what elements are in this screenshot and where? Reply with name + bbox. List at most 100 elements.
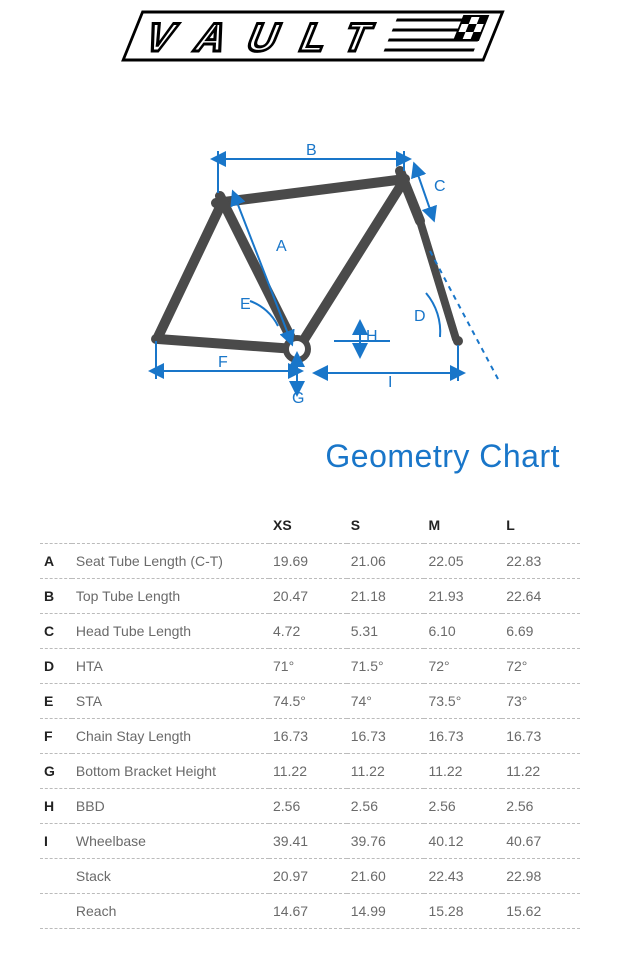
geometry-table-body: ASeat Tube Length (C-T)19.6921.0622.0522…	[40, 544, 580, 929]
row-letter	[40, 894, 72, 929]
row-name: Head Tube Length	[72, 614, 269, 649]
row-value: 20.47	[269, 579, 347, 614]
row-value: 20.97	[269, 859, 347, 894]
row-value: 39.41	[269, 824, 347, 859]
table-row: GBottom Bracket Height11.2211.2211.2211.…	[40, 754, 580, 789]
svg-text:T: T	[336, 14, 379, 59]
dim-label-D: D	[414, 308, 426, 325]
row-value: 11.22	[269, 754, 347, 789]
row-name: Wheelbase	[72, 824, 269, 859]
dim-label-I: I	[388, 374, 392, 391]
dim-label-F: F	[218, 354, 228, 371]
row-value: 22.83	[502, 544, 580, 579]
row-value: 22.98	[502, 859, 580, 894]
row-value: 6.69	[502, 614, 580, 649]
geometry-table-head: XS S M L	[40, 509, 580, 544]
row-letter: C	[40, 614, 72, 649]
logo-wrap: V A U L T	[40, 0, 580, 81]
table-row: ESTA74.5°74°73.5°73°	[40, 684, 580, 719]
svg-text:A: A	[188, 14, 235, 59]
table-row: DHTA71°71.5°72°72°	[40, 649, 580, 684]
row-value: 15.62	[502, 894, 580, 929]
row-value: 21.18	[347, 579, 425, 614]
row-value: 71.5°	[347, 649, 425, 684]
table-row: BTop Tube Length20.4721.1821.9322.64	[40, 579, 580, 614]
frame-diagram-svg: B A C D E F G H I	[100, 141, 520, 411]
row-letter: G	[40, 754, 72, 789]
dim-label-G: G	[292, 390, 304, 407]
row-value: 11.22	[424, 754, 502, 789]
geometry-table: XS S M L ASeat Tube Length (C-T)19.6921.…	[40, 509, 580, 929]
row-value: 15.28	[424, 894, 502, 929]
row-value: 2.56	[269, 789, 347, 824]
row-letter: E	[40, 684, 72, 719]
row-letter: D	[40, 649, 72, 684]
row-value: 74°	[347, 684, 425, 719]
dim-label-A: A	[276, 238, 287, 255]
svg-text:U: U	[240, 14, 287, 59]
row-value: 11.22	[347, 754, 425, 789]
row-value: 16.73	[347, 719, 425, 754]
dim-label-C: C	[434, 178, 446, 195]
svg-text:V: V	[138, 14, 183, 59]
dim-label-B: B	[306, 142, 317, 159]
row-value: 14.67	[269, 894, 347, 929]
row-value: 72°	[502, 649, 580, 684]
row-value: 21.60	[347, 859, 425, 894]
row-value: 14.99	[347, 894, 425, 929]
row-value: 22.05	[424, 544, 502, 579]
dim-label-E: E	[240, 296, 251, 313]
row-name: Seat Tube Length (C-T)	[72, 544, 269, 579]
size-col-m: M	[424, 509, 502, 544]
size-col-s: S	[347, 509, 425, 544]
vault-logo: V A U L T	[90, 6, 530, 66]
row-name: Chain Stay Length	[72, 719, 269, 754]
row-name: Top Tube Length	[72, 579, 269, 614]
row-name: HTA	[72, 649, 269, 684]
table-row: Stack20.9721.6022.4322.98	[40, 859, 580, 894]
row-name: STA	[72, 684, 269, 719]
table-row: Reach14.6714.9915.2815.62	[40, 894, 580, 929]
row-letter: F	[40, 719, 72, 754]
row-value: 22.64	[502, 579, 580, 614]
row-name: Stack	[72, 859, 269, 894]
table-row: ASeat Tube Length (C-T)19.6921.0622.0522…	[40, 544, 580, 579]
frame-diagram: B A C D E F G H I	[40, 141, 580, 416]
row-value: 40.67	[502, 824, 580, 859]
row-name: BBD	[72, 789, 269, 824]
table-row: IWheelbase39.4139.7640.1240.67	[40, 824, 580, 859]
row-value: 16.73	[502, 719, 580, 754]
row-letter: A	[40, 544, 72, 579]
size-col-l: L	[502, 509, 580, 544]
row-value: 2.56	[424, 789, 502, 824]
row-value: 73.5°	[424, 684, 502, 719]
row-value: 4.72	[269, 614, 347, 649]
dim-label-H: H	[366, 328, 378, 345]
row-value: 6.10	[424, 614, 502, 649]
svg-text:L: L	[293, 14, 336, 59]
row-value: 71°	[269, 649, 347, 684]
table-row: CHead Tube Length4.725.316.106.69	[40, 614, 580, 649]
row-value: 2.56	[347, 789, 425, 824]
row-value: 21.93	[424, 579, 502, 614]
row-value: 16.73	[424, 719, 502, 754]
page: V A U L T	[0, 0, 620, 969]
row-value: 72°	[424, 649, 502, 684]
row-value: 16.73	[269, 719, 347, 754]
table-row: HBBD2.562.562.562.56	[40, 789, 580, 824]
size-col-xs: XS	[269, 509, 347, 544]
row-value: 21.06	[347, 544, 425, 579]
row-letter	[40, 859, 72, 894]
row-letter: B	[40, 579, 72, 614]
row-value: 2.56	[502, 789, 580, 824]
row-name: Bottom Bracket Height	[72, 754, 269, 789]
row-value: 40.12	[424, 824, 502, 859]
row-value: 73°	[502, 684, 580, 719]
row-value: 74.5°	[269, 684, 347, 719]
row-value: 11.22	[502, 754, 580, 789]
row-letter: H	[40, 789, 72, 824]
row-value: 22.43	[424, 859, 502, 894]
table-row: FChain Stay Length16.7316.7316.7316.73	[40, 719, 580, 754]
page-title: Geometry Chart	[40, 438, 580, 475]
row-name: Reach	[72, 894, 269, 929]
